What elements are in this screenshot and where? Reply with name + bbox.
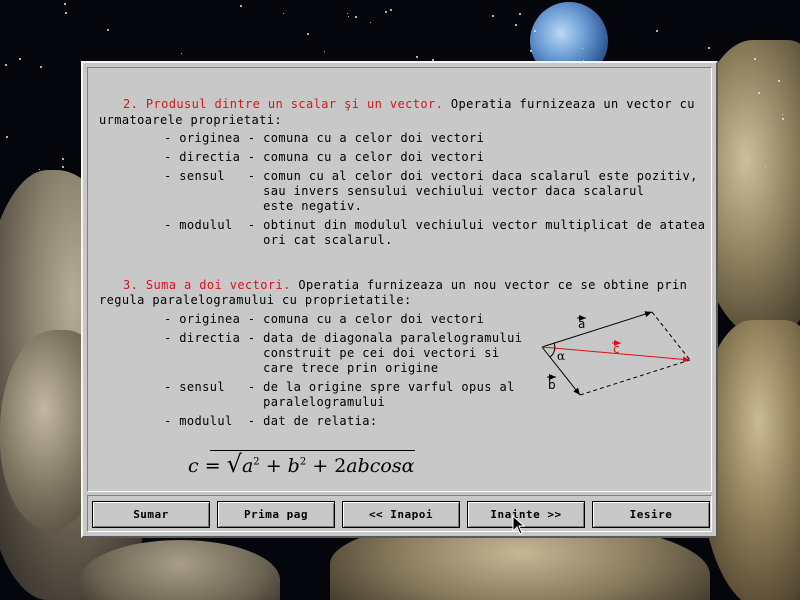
- star: [765, 166, 766, 167]
- star: [782, 114, 783, 115]
- section2-line: - directia - comuna cu a celor doi vecto…: [164, 150, 485, 164]
- inapoi-button[interactable]: << Inapoi: [342, 501, 460, 528]
- star: [348, 16, 349, 17]
- section3-intro-line1: 3. Suma a doi vectori. Operatia furnizea…: [123, 278, 687, 293]
- star: [5, 64, 7, 66]
- formula-abcos: abcos: [346, 455, 402, 477]
- mouse-pointer-icon: [512, 515, 526, 535]
- vector-a-label: a: [578, 317, 585, 331]
- section2-line: - originea - comuna cu a celor doi vecto…: [164, 131, 485, 145]
- star: [416, 56, 418, 58]
- sqrt-icon: √: [226, 450, 242, 478]
- formula-c: c: [188, 455, 199, 477]
- star: [62, 166, 64, 168]
- star: [240, 5, 242, 7]
- star: [40, 66, 42, 68]
- star: [19, 58, 21, 60]
- formula-equals: =: [198, 455, 227, 477]
- section2-line: este negativ.: [164, 199, 363, 213]
- section3-line: paralelogramului: [164, 395, 386, 409]
- star: [492, 15, 494, 17]
- star: [65, 12, 67, 14]
- star: [385, 11, 387, 13]
- star: [778, 80, 780, 82]
- star: [64, 3, 66, 5]
- section3-line: - modulul - dat de relatia:: [164, 414, 378, 428]
- section3-line: care trece prin origine: [164, 361, 439, 375]
- star: [62, 158, 64, 160]
- parallelogram-diagram: a b c α: [541, 311, 691, 396]
- section3-heading: 3. Suma a doi vectori.: [123, 278, 291, 292]
- star: [390, 9, 392, 11]
- formula-plus: +: [259, 455, 288, 477]
- star: [39, 169, 40, 170]
- section2-line: - modulul - obtinut din modulul vechiulu…: [164, 218, 706, 232]
- star: [758, 92, 760, 94]
- dashed-side-line: [579, 359, 691, 396]
- formula-a: a: [241, 455, 254, 477]
- star: [656, 30, 658, 32]
- star: [530, 50, 532, 52]
- star: [708, 47, 710, 49]
- iesire-button[interactable]: Iesire: [592, 501, 710, 528]
- section3-line: - originea - comuna cu a celor doi vecto…: [164, 312, 485, 326]
- inainte-button[interactable]: Inainte >>: [467, 501, 585, 528]
- star: [782, 118, 784, 120]
- star: [515, 24, 517, 26]
- section2-intro-tail: Operatia furnizeaza un vector cu: [443, 97, 695, 111]
- angle-arc: [549, 342, 556, 358]
- vector-c-label: c: [613, 342, 620, 356]
- section3-line: construit pe cei doi vectori si: [164, 346, 500, 360]
- section3-intro-line2: regula paralelogramului cu proprietatile…: [99, 293, 412, 307]
- section2-line: sau invers sensului vechiului vector dac…: [164, 184, 645, 198]
- star: [107, 29, 109, 31]
- star: [181, 53, 182, 54]
- section3-line: - directia - data de diagonala paralelog…: [164, 331, 523, 345]
- sqrt-bar: [210, 450, 415, 451]
- content-panel: 2. Produsul dintre un scalar şi un vecto…: [87, 67, 712, 492]
- navigation-bar: Sumar Prima pag << Inapoi Inainte >> Ies…: [87, 495, 712, 532]
- star: [283, 13, 284, 14]
- section2-heading: 2. Produsul dintre un scalar şi un vecto…: [123, 97, 444, 111]
- angle-alpha-label: α: [557, 349, 565, 363]
- section3-line: - sensul - de la origine spre varful opu…: [164, 380, 515, 394]
- section2-intro-line2: urmatoarele proprietati:: [99, 113, 282, 127]
- star: [324, 51, 325, 52]
- prima-pag-button[interactable]: Prima pag: [217, 501, 335, 528]
- star: [370, 22, 371, 23]
- formula-b: b: [287, 455, 300, 477]
- sumar-button[interactable]: Sumar: [92, 501, 210, 528]
- section3-intro-tail: Operatia furnizeaza un nou vector ce se …: [290, 278, 688, 292]
- vector-a-line: [541, 311, 653, 348]
- magnitude-formula: c = √a2 + b2 + 2abcosα: [188, 450, 414, 478]
- dashed-side-line: [651, 311, 691, 361]
- star: [754, 58, 756, 60]
- star: [307, 33, 309, 35]
- star: [582, 48, 583, 49]
- star: [534, 30, 536, 32]
- star: [519, 13, 521, 15]
- formula-alpha: α: [401, 455, 415, 477]
- lesson-window: 2. Produsul dintre un scalar şi un vecto…: [81, 61, 718, 538]
- section2-intro-line1: 2. Produsul dintre un scalar şi un vecto…: [123, 97, 695, 112]
- star: [6, 136, 8, 138]
- vector-b-label: b: [548, 378, 556, 392]
- star: [347, 13, 348, 14]
- formula-plus2: + 2: [306, 455, 347, 477]
- section2-line: ori cat scalarul.: [164, 233, 393, 247]
- section2-line: - sensul - comun cu al celor doi vectori…: [164, 169, 698, 183]
- star: [355, 16, 357, 18]
